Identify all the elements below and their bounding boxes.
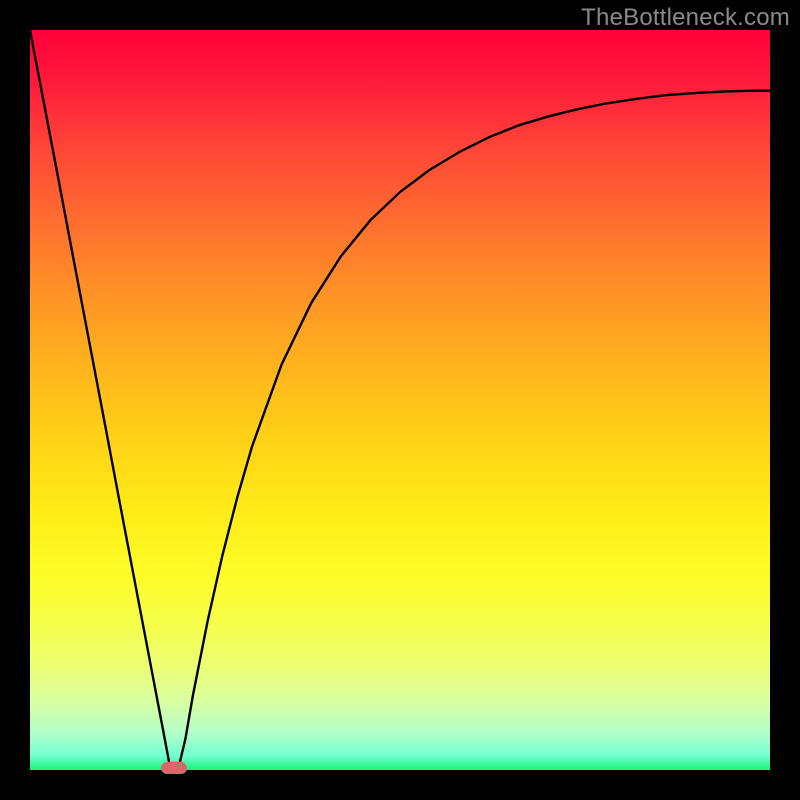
bottleneck-curve (30, 30, 770, 770)
plot-area (30, 30, 770, 770)
curve-svg (30, 30, 770, 770)
optimum-marker (161, 762, 187, 774)
attribution-text: TheBottleneck.com (581, 4, 790, 32)
chart-frame: TheBottleneck.com (0, 0, 800, 800)
